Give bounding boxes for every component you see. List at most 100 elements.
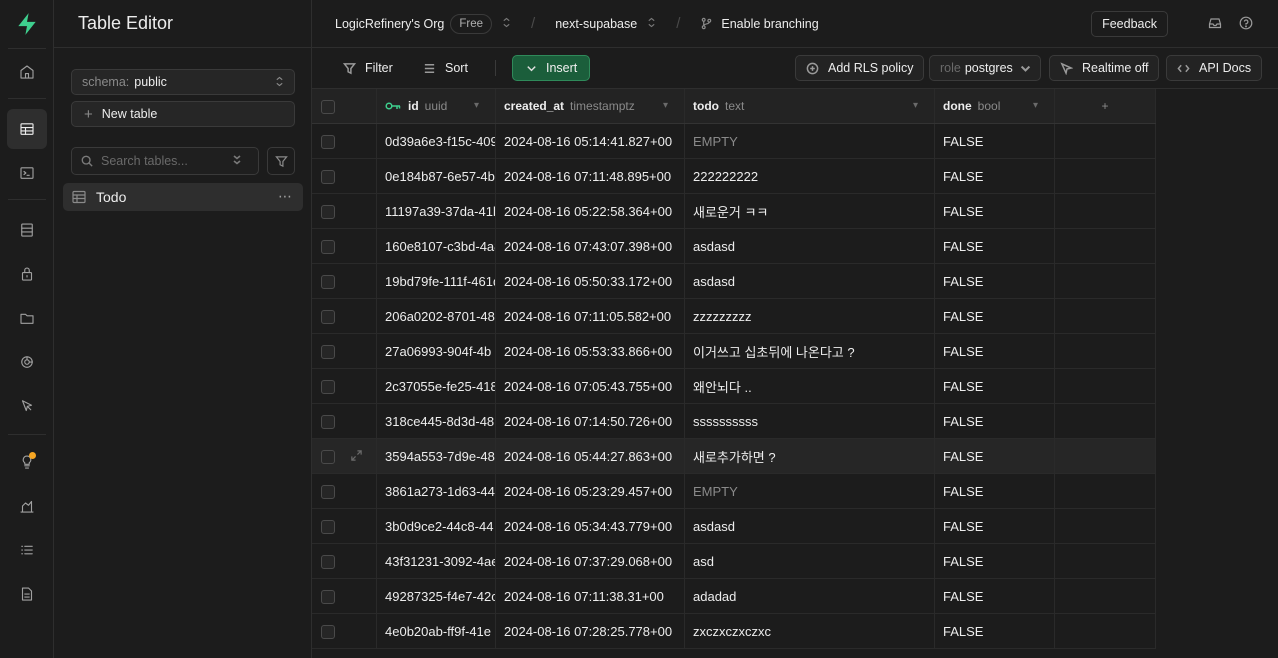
cell-todo[interactable]: 새로추가하면 ?: [685, 439, 935, 473]
cell-created-at[interactable]: 2024-08-16 05:53:33.866+00: [496, 334, 685, 368]
table-editor-icon[interactable]: [7, 109, 47, 149]
row-checkbox[interactable]: [321, 415, 335, 429]
cell-done[interactable]: FALSE: [935, 194, 1055, 228]
cell-done[interactable]: FALSE: [935, 264, 1055, 298]
row-checkbox[interactable]: [321, 520, 335, 534]
table-row[interactable]: 0d39a6e3-f15c-409 2024-08-16 05:14:41.827…: [312, 124, 1156, 159]
add-rls-policy-button[interactable]: Add RLS policy: [795, 55, 925, 81]
cell-id[interactable]: 49287325-f4e7-42c: [377, 579, 496, 613]
org-breadcrumb[interactable]: LogicRefinery's Org Free: [335, 13, 511, 34]
table-item-todo[interactable]: Todo ⋯: [63, 183, 303, 211]
row-checkbox[interactable]: [321, 590, 335, 604]
cell-todo[interactable]: zzzzzzzzz: [685, 299, 935, 333]
cell-id[interactable]: 19bd79fe-111f-461d-: [377, 264, 496, 298]
chevron-down-icon[interactable]: ▾: [663, 100, 668, 111]
cell-done[interactable]: FALSE: [935, 579, 1055, 613]
cell-id[interactable]: 0d39a6e3-f15c-409: [377, 124, 496, 158]
table-row[interactable]: 160e8107-c3bd-4a8 2024-08-16 07:43:07.398…: [312, 229, 1156, 264]
cell-done[interactable]: FALSE: [935, 124, 1055, 158]
row-checkbox[interactable]: [321, 450, 335, 464]
table-row[interactable]: 49287325-f4e7-42c 2024-08-16 07:11:38.31+…: [312, 579, 1156, 614]
cell-done[interactable]: FALSE: [935, 474, 1055, 508]
project-breadcrumb[interactable]: next-supabase: [555, 17, 656, 31]
cell-created-at[interactable]: 2024-08-16 05:44:27.863+00: [496, 439, 685, 473]
cell-created-at[interactable]: 2024-08-16 07:11:05.582+00: [496, 299, 685, 333]
help-icon[interactable]: [1239, 16, 1253, 33]
row-checkbox[interactable]: [321, 380, 335, 394]
cell-done[interactable]: FALSE: [935, 369, 1055, 403]
cell-id[interactable]: 2c37055e-fe25-418: [377, 369, 496, 403]
logs-list-icon[interactable]: [7, 530, 47, 570]
table-row[interactable]: 3861a273-1d63-448 2024-08-16 05:23:29.457…: [312, 474, 1156, 509]
cell-id[interactable]: 3861a273-1d63-448: [377, 474, 496, 508]
home-icon[interactable]: [7, 52, 47, 92]
cell-created-at[interactable]: 2024-08-16 07:43:07.398+00: [496, 229, 685, 263]
database-icon[interactable]: [7, 210, 47, 250]
search-tables-input[interactable]: Search tables...: [71, 147, 259, 175]
schema-select[interactable]: schema: public: [71, 69, 295, 95]
filter-tables-button[interactable]: [267, 147, 295, 175]
cell-todo[interactable]: zxczxczxczxc: [685, 614, 935, 648]
advisors-lightbulb-icon[interactable]: [7, 442, 47, 482]
row-checkbox[interactable]: [321, 625, 335, 639]
chevron-down-icon[interactable]: ▾: [1033, 100, 1038, 111]
row-checkbox[interactable]: [321, 345, 335, 359]
row-checkbox[interactable]: [321, 485, 335, 499]
cell-done[interactable]: FALSE: [935, 509, 1055, 543]
cell-done[interactable]: FALSE: [935, 614, 1055, 648]
cell-id[interactable]: 0e184b87-6e57-4b4: [377, 159, 496, 193]
cell-id[interactable]: 11197a39-37da-41b2: [377, 194, 496, 228]
select-all-checkbox[interactable]: [321, 100, 335, 114]
column-header-id[interactable]: id uuid ▾: [377, 89, 496, 123]
realtime-cursor-icon[interactable]: [7, 386, 47, 426]
table-row[interactable]: 0e184b87-6e57-4b4 2024-08-16 07:11:48.895…: [312, 159, 1156, 194]
cell-id[interactable]: 3594a553-7d9e-48: [377, 439, 496, 473]
table-row[interactable]: 3594a553-7d9e-48 2024-08-16 05:44:27.863+…: [312, 439, 1156, 474]
cell-id[interactable]: 27a06993-904f-4b: [377, 334, 496, 368]
cell-todo[interactable]: EMPTY: [685, 474, 935, 508]
cell-id[interactable]: 206a0202-8701-48: [377, 299, 496, 333]
filter-button[interactable]: Filter: [343, 55, 393, 81]
more-options-icon[interactable]: ⋯: [278, 188, 293, 205]
cell-done[interactable]: FALSE: [935, 334, 1055, 368]
cell-todo[interactable]: asd: [685, 544, 935, 578]
row-checkbox[interactable]: [321, 310, 335, 324]
sort-button[interactable]: Sort: [423, 55, 468, 81]
chevron-down-icon[interactable]: ▾: [913, 100, 918, 111]
cell-done[interactable]: FALSE: [935, 229, 1055, 263]
storage-icon[interactable]: [7, 298, 47, 338]
cell-done[interactable]: FALSE: [935, 159, 1055, 193]
column-header-todo[interactable]: todo text ▾: [685, 89, 935, 123]
cell-id[interactable]: 160e8107-c3bd-4a8: [377, 229, 496, 263]
table-row[interactable]: 27a06993-904f-4b 2024-08-16 05:53:33.866+…: [312, 334, 1156, 369]
cell-todo[interactable]: asdasd: [685, 509, 935, 543]
cell-todo[interactable]: 새로운거 ㅋㅋ: [685, 194, 935, 228]
row-checkbox[interactable]: [321, 135, 335, 149]
expand-row-icon[interactable]: [350, 449, 363, 465]
api-docs-icon[interactable]: [7, 574, 47, 614]
table-row[interactable]: 206a0202-8701-48 2024-08-16 07:11:05.582+…: [312, 299, 1156, 334]
cell-todo[interactable]: asdasd: [685, 229, 935, 263]
chevron-down-icon[interactable]: ▾: [474, 100, 479, 111]
row-checkbox[interactable]: [321, 240, 335, 254]
cell-todo[interactable]: ssssssssss: [685, 404, 935, 438]
row-checkbox[interactable]: [321, 205, 335, 219]
table-row[interactable]: 318ce445-8d3d-48 2024-08-16 07:14:50.726+…: [312, 404, 1156, 439]
cell-created-at[interactable]: 2024-08-16 07:14:50.726+00: [496, 404, 685, 438]
enable-branching-button[interactable]: Enable branching: [700, 17, 819, 31]
table-row[interactable]: 19bd79fe-111f-461d- 2024-08-16 05:50:33.1…: [312, 264, 1156, 299]
cell-created-at[interactable]: 2024-08-16 05:23:29.457+00: [496, 474, 685, 508]
cell-created-at[interactable]: 2024-08-16 07:28:25.778+00: [496, 614, 685, 648]
table-row[interactable]: 11197a39-37da-41b2 2024-08-16 05:22:58.36…: [312, 194, 1156, 229]
feedback-button[interactable]: Feedback: [1091, 11, 1168, 37]
new-table-button[interactable]: + New table: [71, 101, 295, 127]
row-checkbox[interactable]: [321, 275, 335, 289]
cell-id[interactable]: 318ce445-8d3d-48: [377, 404, 496, 438]
auth-lock-icon[interactable]: [7, 254, 47, 294]
cell-done[interactable]: FALSE: [935, 439, 1055, 473]
cell-todo[interactable]: adadad: [685, 579, 935, 613]
cell-todo[interactable]: 222222222: [685, 159, 935, 193]
cell-created-at[interactable]: 2024-08-16 07:11:38.31+00: [496, 579, 685, 613]
cell-todo[interactable]: asdasd: [685, 264, 935, 298]
cell-todo[interactable]: EMPTY: [685, 124, 935, 158]
